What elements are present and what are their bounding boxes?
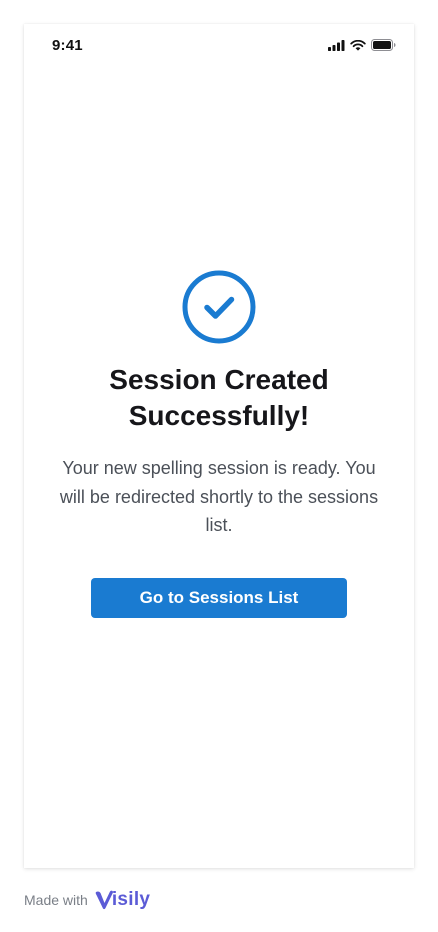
status-icons (328, 39, 396, 51)
visily-brand-name: isily (111, 889, 151, 910)
visily-logo-icon (94, 889, 114, 911)
phone-frame: 9:41 Session Created Successfully! Your … (24, 24, 414, 868)
confirmation-message: Your new spelling session is ready. You … (59, 458, 379, 535)
made-with-label: Made with (24, 892, 88, 908)
page-title: Session Created Successfully! (109, 364, 329, 431)
battery-icon (371, 39, 396, 51)
go-to-sessions-list-button[interactable]: Go to Sessions List (91, 577, 347, 618)
visily-logo[interactable]: isily (94, 889, 150, 911)
check-circle-icon (182, 270, 256, 344)
status-bar: 9:41 (24, 24, 414, 68)
made-with-visily-footer[interactable]: Made with isily (24, 884, 150, 916)
status-time: 9:41 (52, 37, 83, 54)
cellular-signal-icon (328, 39, 345, 51)
confirmation-panel: Session Created Successfully! Your new s… (24, 270, 414, 618)
wifi-icon (350, 39, 366, 51)
